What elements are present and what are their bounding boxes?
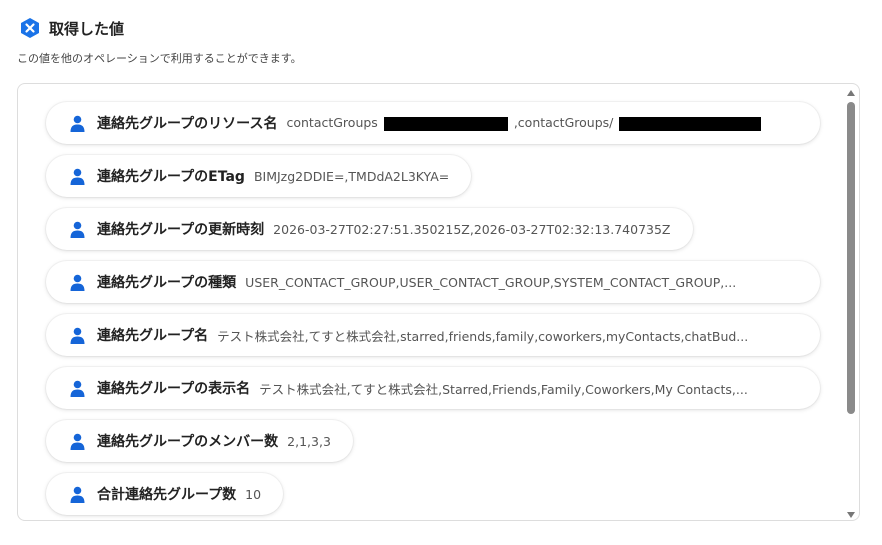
value-item-label: 連絡先グループ名 bbox=[97, 328, 209, 344]
value-item-value: 2026-03-27T02:27:51.350215Z,2026-03-27T0… bbox=[273, 221, 671, 237]
value-item-label: 連絡先グループの更新時刻 bbox=[97, 222, 265, 238]
user-icon bbox=[70, 221, 85, 238]
user-icon bbox=[70, 115, 85, 132]
scrollbar[interactable] bbox=[845, 86, 857, 518]
value-item-etag[interactable]: 連絡先グループのETag BIMJzg2DDIE=,TMDdA2L3KYA= bbox=[46, 155, 472, 197]
value-item-update-time[interactable]: 連絡先グループの更新時刻 2026-03-27T02:27:51.350215Z… bbox=[46, 208, 693, 250]
redacted-block bbox=[619, 116, 762, 131]
value-item-resource-name[interactable]: 連絡先グループのリソース名 contactGroups ,contactGroup… bbox=[46, 102, 820, 144]
value-item-group-type[interactable]: 連絡先グループの種類 USER_CONTACT_GROUP,USER_CONTA… bbox=[46, 261, 820, 303]
value-item-label: 合計連絡先グループ数 bbox=[97, 487, 237, 503]
user-icon bbox=[70, 168, 85, 185]
value-item-group-name[interactable]: 連絡先グループ名 テスト株式会社,てすと株式会社,starred,friends… bbox=[46, 314, 820, 356]
value-item-total-groups[interactable]: 合計連絡先グループ数 10 bbox=[46, 473, 284, 515]
value-item-value: USER_CONTACT_GROUP,USER_CONTACT_GROUP,SY… bbox=[245, 274, 737, 290]
value-item-value: 10 bbox=[245, 486, 262, 502]
redacted-block bbox=[383, 116, 508, 131]
value-item-value: テスト株式会社,てすと株式会社,Starred,Friends,Family,C… bbox=[259, 381, 748, 397]
page-title: 取得した値 bbox=[49, 19, 125, 38]
user-icon bbox=[70, 380, 85, 397]
value-item-display-name[interactable]: 連絡先グループの表示名 テスト株式会社,てすと株式会社,Starred,Frie… bbox=[46, 367, 820, 409]
user-icon bbox=[70, 327, 85, 344]
user-icon bbox=[70, 274, 85, 291]
value-part: ,contactGroups/ bbox=[513, 115, 614, 131]
user-icon bbox=[70, 433, 85, 450]
value-item-label: 連絡先グループの種類 bbox=[97, 275, 237, 291]
values-panel: 連絡先グループのリソース名 contactGroups ,contactGroup… bbox=[17, 83, 860, 521]
app-logo-icon bbox=[21, 18, 39, 38]
value-part: contactGroups bbox=[286, 115, 378, 131]
page-subtitle: この値を他のオペレーションで利用することができます。 bbox=[17, 52, 302, 65]
user-icon bbox=[70, 486, 85, 503]
value-item-member-count[interactable]: 連絡先グループのメンバー数 2,1,3,3 bbox=[46, 420, 353, 462]
value-item-label: 連絡先グループの表示名 bbox=[97, 381, 251, 397]
scroll-down-arrow-icon[interactable] bbox=[847, 512, 855, 518]
scroll-up-arrow-icon[interactable] bbox=[847, 90, 855, 96]
value-item-label: 連絡先グループのリソース名 bbox=[97, 116, 278, 132]
values-list: 連絡先グループのリソース名 contactGroups ,contactGroup… bbox=[46, 102, 829, 520]
value-item-value: 2,1,3,3 bbox=[287, 433, 331, 449]
value-item-label: 連絡先グループのメンバー数 bbox=[97, 434, 279, 450]
value-item-label: 連絡先グループのETag bbox=[97, 169, 245, 185]
value-item-value: テスト株式会社,てすと株式会社,starred,friends,family,c… bbox=[217, 328, 749, 344]
page-header: 取得した値 bbox=[19, 16, 124, 40]
value-item-value: BIMJzg2DDIE=,TMDdA2L3KYA= bbox=[253, 168, 450, 184]
scrollbar-thumb[interactable] bbox=[847, 102, 855, 414]
value-item-value: contactGroups ,contactGroups/ bbox=[286, 115, 767, 131]
